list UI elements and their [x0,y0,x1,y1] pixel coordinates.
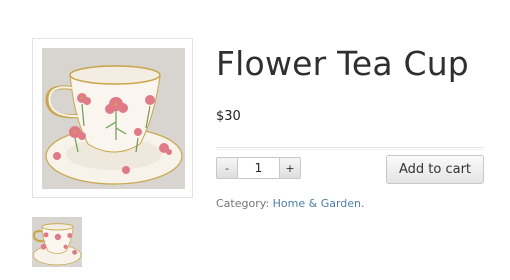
teacup-illustration [42,48,185,189]
quantity-input[interactable] [238,157,279,179]
category-label: Category: [216,197,270,210]
product-page: Flower Tea Cup $30 - + Add to cart Categ… [0,0,510,280]
product-main-image[interactable] [42,48,185,189]
quantity-decrement-button[interactable]: - [216,157,238,179]
teacup-thumbnail-illustration [32,217,82,267]
product-main-image-frame[interactable] [32,38,193,198]
price-divider-shadow [216,149,484,150]
product-price: $30 [216,109,241,124]
add-to-cart-button[interactable]: Add to cart [386,155,484,184]
price-divider [216,147,484,148]
product-thumbnail[interactable] [32,217,82,267]
product-title: Flower Tea Cup [216,44,469,83]
category-link[interactable]: Home & Garden [273,197,361,210]
quantity-increment-button[interactable]: + [279,157,301,179]
product-meta: Category: Home & Garden. [216,197,365,210]
quantity-stepper: - + [216,157,301,179]
category-trailing: . [361,197,365,210]
